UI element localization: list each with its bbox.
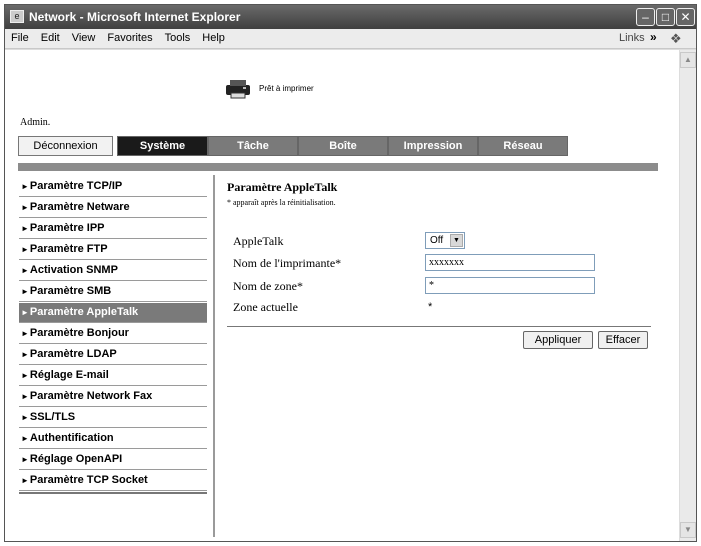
arrow-right-icon: ► (21, 413, 29, 422)
tab-print[interactable]: Impression (388, 136, 478, 156)
arrow-right-icon: ► (21, 392, 29, 401)
sidebar-item-authentication[interactable]: ►Authentification (19, 429, 207, 449)
sidebar-item-label: Paramètre Netware (29, 201, 130, 213)
sidebar-item-label: Paramètre LDAP (29, 348, 117, 360)
sidebar-item-bonjour[interactable]: ►Paramètre Bonjour (19, 324, 207, 344)
zone-name-input[interactable]: * (425, 277, 595, 294)
windows-logo-icon: ❖ (670, 31, 682, 46)
logout-button[interactable]: Déconnexion (18, 136, 113, 156)
sidebar-item-netware[interactable]: ►Paramètre Netware (19, 198, 207, 218)
content-divider (213, 175, 215, 537)
tab-system[interactable]: Système (117, 136, 208, 156)
scroll-up-icon[interactable]: ▲ (680, 52, 696, 68)
arrow-right-icon: ► (21, 308, 29, 317)
appletalk-select[interactable]: Off ▼ (425, 232, 465, 249)
sidebar-item-label: Paramètre AppleTalk (29, 306, 139, 318)
browser-window: e Network - Microsoft Internet Explorer … (4, 4, 697, 542)
arrow-right-icon: ► (21, 371, 29, 380)
menu-edit[interactable]: Edit (35, 29, 66, 44)
sidebar-item-appletalk[interactable]: ►Paramètre AppleTalk (19, 303, 207, 323)
chevron-down-icon: ▼ (450, 234, 463, 247)
menu-favorites[interactable]: Favorites (101, 29, 158, 44)
sidebar-item-ftp[interactable]: ►Paramètre FTP (19, 240, 207, 260)
arrow-right-icon: ► (21, 182, 29, 191)
appletalk-label: AppleTalk (233, 234, 284, 248)
sidebar-item-label: Paramètre FTP (29, 243, 108, 255)
sidebar-item-label: Réglage OpenAPI (29, 453, 123, 465)
sidebar-bottom-rule (19, 492, 207, 494)
arrow-right-icon: ► (21, 350, 29, 359)
sidebar-item-snmp[interactable]: ►Activation SNMP (19, 261, 207, 281)
sidebar-item-ldap[interactable]: ►Paramètre LDAP (19, 345, 207, 365)
current-zone-label: Zone actuelle (233, 300, 298, 314)
ie-page-icon: e (10, 10, 24, 23)
sidebar-item-label: Authentification (29, 432, 114, 444)
arrow-right-icon: ► (21, 266, 29, 275)
printer-name-input[interactable]: xxxxxxx (425, 254, 595, 271)
arrow-right-icon: ► (21, 329, 29, 338)
menu-file[interactable]: File (5, 29, 35, 44)
menu-help[interactable]: Help (196, 29, 231, 44)
scroll-down-icon[interactable]: ▼ (680, 522, 696, 538)
arrow-right-icon: ► (21, 287, 29, 296)
close-button[interactable]: ✕ (676, 8, 695, 26)
arrow-right-icon: ► (21, 434, 29, 443)
arrow-right-icon: ► (21, 455, 29, 464)
page-viewport: Prêt à imprimer Admin. Déconnexion Systè… (5, 50, 679, 541)
page-title: Paramètre AppleTalk (227, 180, 338, 194)
sidebar-item-network-fax[interactable]: ►Paramètre Network Fax (19, 387, 207, 407)
apply-button[interactable]: Appliquer (523, 331, 593, 349)
status-text: Prêt à imprimer (259, 84, 314, 93)
printer-name-label: Nom de l'imprimante* (233, 256, 342, 270)
sidebar-item-tcpip[interactable]: ►Paramètre TCP/IP (19, 177, 207, 197)
tab-task[interactable]: Tâche (208, 136, 298, 156)
sidebar-item-label: Paramètre Bonjour (29, 327, 129, 339)
arrow-right-icon: ► (21, 476, 29, 485)
vertical-scrollbar[interactable]: ▲ ▼ (679, 50, 696, 541)
sidebar-item-label: Paramètre Network Fax (29, 390, 153, 402)
current-zone-value: * (428, 301, 433, 313)
sidebar-item-label: Paramètre TCP/IP (29, 180, 123, 192)
arrow-right-icon: ► (21, 224, 29, 233)
sidebar-item-label: Activation SNMP (29, 264, 118, 276)
menu-bar: File Edit View Favorites Tools Help Links » ❖ (5, 29, 696, 49)
title-bar: e Network - Microsoft Internet Explorer … (5, 5, 696, 29)
sidebar-item-email[interactable]: ►Réglage E-mail (19, 366, 207, 386)
sidebar-item-label: SSL/TLS (29, 411, 76, 423)
tab-box[interactable]: Boîte (298, 136, 388, 156)
reset-note: * apparaît après la réinitialisation. (227, 198, 336, 207)
links-chevron-icon[interactable]: » (650, 30, 657, 44)
arrow-right-icon: ► (21, 245, 29, 254)
sidebar-item-ssl-tls[interactable]: ►SSL/TLS (19, 408, 207, 428)
minimize-button[interactable]: – (636, 8, 655, 26)
printer-icon (226, 80, 250, 99)
sidebar-item-label: Paramètre SMB (29, 285, 112, 297)
zone-name-label: Nom de zone* (233, 279, 303, 293)
sidebar-item-label: Réglage E-mail (29, 369, 109, 381)
sidebar-menu: ►Paramètre TCP/IP ►Paramètre Netware ►Pa… (19, 177, 207, 494)
sidebar-item-tcp-socket[interactable]: ►Paramètre TCP Socket (19, 471, 207, 491)
appletalk-select-value: Off (430, 235, 444, 246)
clear-button[interactable]: Effacer (598, 331, 648, 349)
maximize-button[interactable]: □ (656, 8, 675, 26)
sidebar-item-openapi[interactable]: ►Réglage OpenAPI (19, 450, 207, 470)
sidebar-item-label: Paramètre TCP Socket (29, 474, 148, 486)
header-divider (18, 163, 658, 171)
tab-network[interactable]: Réseau (478, 136, 568, 156)
window-title: Network - Microsoft Internet Explorer (29, 10, 241, 24)
menu-view[interactable]: View (66, 29, 102, 44)
menu-tools[interactable]: Tools (159, 29, 197, 44)
arrow-right-icon: ► (21, 203, 29, 212)
sidebar-item-ipp[interactable]: ►Paramètre IPP (19, 219, 207, 239)
sidebar-item-label: Paramètre IPP (29, 222, 105, 234)
user-label: Admin. (20, 117, 51, 128)
sidebar-item-smb[interactable]: ►Paramètre SMB (19, 282, 207, 302)
links-label[interactable]: Links (619, 32, 645, 44)
form-divider (227, 326, 651, 327)
